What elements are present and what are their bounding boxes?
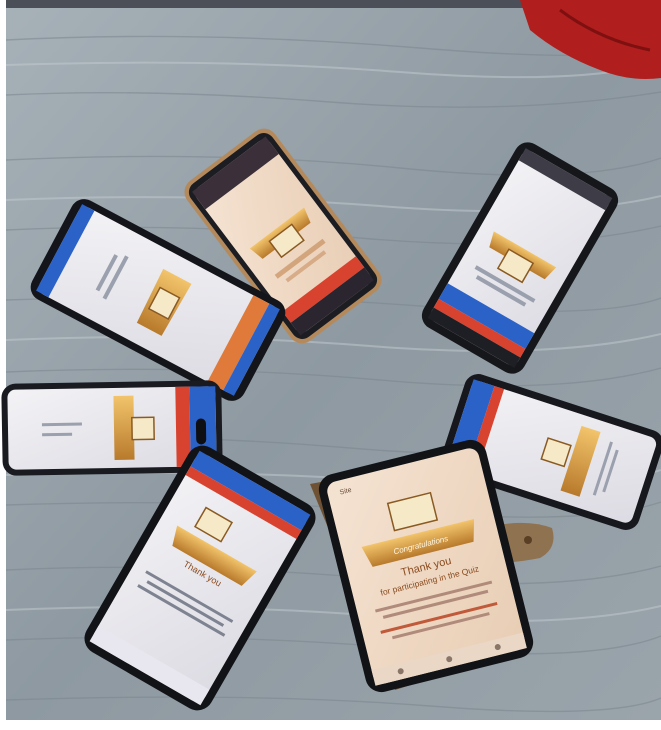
photo-scene: Thank you Site Congratulations Thank you… (0, 0, 661, 726)
bottom-border (0, 720, 661, 726)
left-border (0, 0, 6, 726)
photo-canvas: Thank you Site Congratulations Thank you… (0, 0, 661, 726)
